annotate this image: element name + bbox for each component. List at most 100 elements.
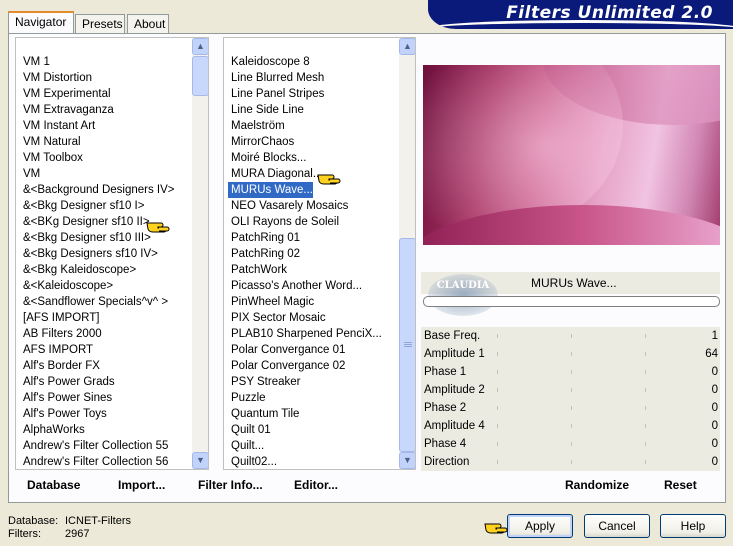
filter-item[interactable]: Line Blurred Mesh <box>228 70 324 86</box>
filter-item[interactable]: NEO Vasarely Mosaics <box>228 198 348 214</box>
category-item[interactable]: &<Bkg Designer sf10 I> <box>20 198 144 214</box>
filter-item[interactable]: PatchRing 02 <box>228 246 300 262</box>
parameter-slider[interactable]: Amplitude 4 0 <box>421 417 720 435</box>
scroll-up-icon[interactable]: ▲ <box>399 38 415 55</box>
category-item[interactable]: AB Filters 2000 <box>20 326 102 342</box>
category-scrollbar[interactable]: ▲ ▼ <box>192 38 208 469</box>
database-status-label: Database: <box>8 515 59 527</box>
filter-item[interactable]: Picasso's Another Word... <box>228 278 362 294</box>
database-status-value: ICNET-Filters <box>65 515 131 527</box>
filter-scrollbar[interactable]: ▲ ▼ <box>399 38 415 469</box>
category-item[interactable]: VM Experimental <box>20 86 111 102</box>
category-item[interactable]: VM Natural <box>20 134 81 150</box>
tab-navigator[interactable]: Navigator <box>8 11 74 33</box>
category-item[interactable]: &<BKg Designer sf10 II> <box>20 214 150 230</box>
parameter-slider[interactable]: Phase 4 0 <box>421 435 720 453</box>
pointing-hand-icon <box>317 174 341 185</box>
category-item[interactable]: VM 1 <box>20 54 50 70</box>
category-item[interactable]: VM <box>20 166 40 182</box>
tab-presets[interactable]: Presets <box>75 14 125 33</box>
category-item[interactable]: &<Bkg Designer sf10 III> <box>20 230 151 246</box>
filter-item[interactable]: PLAB10 Sharpened PenciX... <box>228 326 382 342</box>
window-title: Filters Unlimited 2.0 <box>506 3 713 23</box>
category-item[interactable]: Andrew's Filter Collection 55 <box>20 438 168 454</box>
filter-item[interactable]: PinWheel Magic <box>228 294 314 310</box>
filters-count-label: Filters: <box>8 528 41 540</box>
filter-list[interactable]: ▲ ▼ Kaleidoscope 8 Line Blurred Mesh Line … <box>223 37 416 470</box>
reset-button[interactable]: Reset <box>664 478 697 496</box>
parameter-value: 0 <box>711 384 718 396</box>
parameter-slider[interactable]: Amplitude 2 0 <box>421 381 720 399</box>
category-item[interactable]: Alf's Border FX <box>20 358 100 374</box>
help-button[interactable]: Help <box>660 514 726 538</box>
filter-item[interactable]: PatchWork <box>228 262 287 278</box>
parameter-slider[interactable]: Direction 0 <box>421 453 720 471</box>
filter-item[interactable]: Moiré Blocks... <box>228 150 306 166</box>
parameter-value: 0 <box>711 456 718 468</box>
filter-item[interactable]: Quantum Tile <box>228 406 299 422</box>
filter-item[interactable]: MURUs Wave... <box>228 182 313 198</box>
category-item[interactable]: &<Bkg Designers sf10 IV> <box>20 246 158 262</box>
filter-item[interactable]: PSY Streaker <box>228 374 300 390</box>
category-item[interactable]: VM Distortion <box>20 70 92 86</box>
progress-bar <box>423 296 720 307</box>
filter-item[interactable]: Polar Convergance 02 <box>228 358 345 374</box>
parameter-slider[interactable]: Base Freq. 1 <box>421 327 720 345</box>
category-item[interactable]: Andrew's Filter Collection 56 <box>20 454 168 469</box>
database-button[interactable]: Database <box>27 478 80 496</box>
filter-item[interactable]: Quilt... <box>228 438 264 454</box>
filter-item[interactable]: MURA Diagonal... <box>228 166 322 182</box>
category-item[interactable]: Alf's Power Grads <box>20 374 115 390</box>
apply-button[interactable]: Apply <box>507 514 573 538</box>
tab-about[interactable]: About <box>127 14 169 33</box>
parameter-value: 0 <box>711 420 718 432</box>
parameter-value: 1 <box>711 330 718 342</box>
scroll-down-icon[interactable]: ▼ <box>192 452 208 469</box>
import-button[interactable]: Import... <box>118 478 165 496</box>
parameter-label: Phase 1 <box>424 366 467 378</box>
watermark-logo: CLAUDIA <box>428 274 498 316</box>
category-item[interactable]: AlphaWorks <box>20 422 85 438</box>
scroll-thumb[interactable] <box>192 56 208 96</box>
filter-item[interactable]: PatchRing 01 <box>228 230 300 246</box>
parameter-label: Amplitude 2 <box>424 384 485 396</box>
category-item[interactable]: VM Toolbox <box>20 150 83 166</box>
filter-item[interactable]: Quilt02... <box>228 454 277 469</box>
parameter-label: Phase 4 <box>424 438 467 450</box>
scroll-down-icon[interactable]: ▼ <box>399 452 415 469</box>
scroll-up-icon[interactable]: ▲ <box>192 38 208 55</box>
category-item[interactable]: &<Kaleidoscope> <box>20 278 113 294</box>
parameter-slider[interactable]: Amplitude 1 64 <box>421 345 720 363</box>
category-item[interactable]: VM Extravaganza <box>20 102 114 118</box>
category-list[interactable]: ▲ ▼ VM 1 VM Distortion VM Experimental VM E… <box>15 37 209 470</box>
cancel-button[interactable]: Cancel <box>584 514 650 538</box>
category-item[interactable]: &<Bkg Kaleidoscope> <box>20 262 136 278</box>
category-item[interactable]: Alf's Power Toys <box>20 406 107 422</box>
pointing-hand-icon <box>484 523 508 534</box>
filter-item[interactable]: Polar Convergance 01 <box>228 342 345 358</box>
category-item[interactable]: &<Background Designers IV> <box>20 182 175 198</box>
parameter-label: Amplitude 4 <box>424 420 485 432</box>
filter-item[interactable]: Line Side Line <box>228 102 304 118</box>
category-item[interactable]: &<Sandflower Specials^v^ > <box>20 294 168 310</box>
filter-item[interactable]: Quilt 01 <box>228 422 271 438</box>
category-item[interactable]: [AFS IMPORT] <box>20 310 99 326</box>
filter-item[interactable]: Maelström <box>228 118 285 134</box>
filter-item[interactable]: OLI Rayons de Soleil <box>228 214 339 230</box>
filter-item[interactable]: PIX Sector Mosaic <box>228 310 326 326</box>
parameter-value: 0 <box>711 438 718 450</box>
filter-item[interactable]: Line Panel Stripes <box>228 86 324 102</box>
filter-item[interactable]: Kaleidoscope 8 <box>228 54 310 70</box>
watermark-text: CLAUDIA <box>436 280 490 291</box>
scroll-thumb[interactable] <box>399 238 415 452</box>
filter-item[interactable]: MirrorChaos <box>228 134 294 150</box>
parameter-slider[interactable]: Phase 1 0 <box>421 363 720 381</box>
filter-item[interactable]: Puzzle <box>228 390 266 406</box>
editor-button[interactable]: Editor... <box>294 478 338 496</box>
category-item[interactable]: AFS IMPORT <box>20 342 93 358</box>
filter-info-button[interactable]: Filter Info... <box>198 478 263 496</box>
category-item[interactable]: Alf's Power Sines <box>20 390 112 406</box>
category-item[interactable]: VM Instant Art <box>20 118 95 134</box>
randomize-button[interactable]: Randomize <box>565 478 629 496</box>
parameter-slider[interactable]: Phase 2 0 <box>421 399 720 417</box>
